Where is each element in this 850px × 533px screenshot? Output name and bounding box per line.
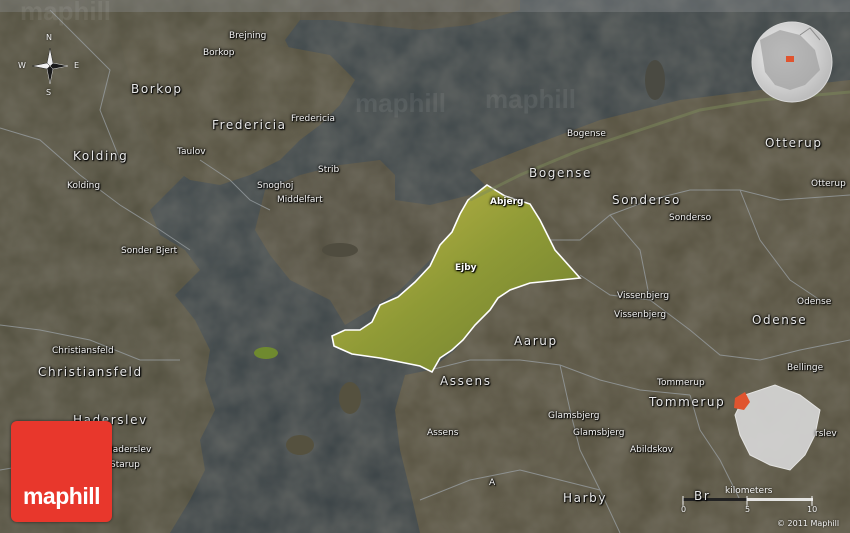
label-ejby: Ejby bbox=[455, 263, 477, 273]
label-partial-rslev: rslev bbox=[815, 429, 837, 439]
label-otterup-region: Otterup bbox=[765, 136, 823, 150]
watermark: maphill bbox=[485, 84, 577, 114]
scale-title: kilometers bbox=[725, 486, 773, 496]
label-middelfart: Middelfart bbox=[277, 195, 323, 205]
label-aarup: Aarup bbox=[514, 334, 558, 348]
compass-s: S bbox=[46, 88, 52, 97]
label-bogense-town: Bogense bbox=[567, 129, 606, 139]
label-haderslev-town: Haderslev bbox=[106, 445, 152, 455]
label-strib: Strib bbox=[318, 165, 340, 175]
watermark: maphill bbox=[355, 88, 447, 118]
globe-location-marker bbox=[786, 56, 794, 62]
label-snoghoj: Snoghoj bbox=[257, 181, 294, 191]
label-tommerup-region: Tommerup bbox=[649, 395, 726, 409]
label-vissenbjerg-2: Vissenbjerg bbox=[614, 310, 667, 320]
label-borkop-town: Borkop bbox=[203, 48, 235, 58]
label-kolding-town: Kolding bbox=[67, 181, 101, 191]
label-odense-region: Odense bbox=[752, 313, 808, 327]
label-bogense-region: Bogense bbox=[529, 166, 593, 180]
island-north-east bbox=[645, 60, 665, 100]
label-taulov: Taulov bbox=[177, 147, 206, 157]
label-kolding-region: Kolding bbox=[73, 149, 129, 163]
label-sonderso-region: Sonderso bbox=[612, 193, 681, 207]
island-mid bbox=[322, 243, 358, 257]
label-harby: Harby bbox=[563, 491, 608, 505]
label-tommerup-town: Tommerup bbox=[657, 378, 705, 388]
label-vissenbjerg-1: Vissenbjerg bbox=[617, 291, 670, 301]
scale-tick-0: 0 bbox=[681, 505, 687, 514]
globe-inset bbox=[751, 21, 833, 103]
island-south-2 bbox=[286, 435, 314, 455]
map-canvas[interactable]: maphill maphill maphill N S E W Brejning… bbox=[0, 0, 850, 533]
label-borkop-region: Borkop bbox=[131, 82, 183, 96]
scale-tick-5: 5 bbox=[745, 505, 751, 514]
label-bellinge: Bellinge bbox=[787, 363, 824, 373]
watermark: maphill bbox=[20, 0, 112, 26]
label-fredericia-town: Fredericia bbox=[291, 114, 335, 124]
label-abildskov: Abildskov bbox=[630, 445, 673, 455]
compass-e: E bbox=[74, 61, 80, 70]
label-sonder-bjert: Sonder Bjert bbox=[121, 246, 178, 256]
compass-n: N bbox=[46, 33, 52, 42]
scale-tick-10: 10 bbox=[807, 505, 818, 514]
label-glamsbjerg-1: Glamsbjerg bbox=[548, 411, 600, 421]
island-south-1 bbox=[339, 382, 361, 414]
top-strip bbox=[0, 0, 850, 12]
label-sonderso-town: Sonderso bbox=[669, 213, 712, 223]
island-green bbox=[254, 347, 278, 359]
label-glamsbjerg-2: Glamsbjerg bbox=[573, 428, 625, 438]
copyright-notice: © 2011 Maphill bbox=[777, 519, 840, 528]
label-christiansfeld-region: Christiansfeld bbox=[38, 365, 143, 379]
label-a: A bbox=[489, 478, 496, 488]
logo-text: maphill bbox=[22, 483, 101, 509]
label-abjerg: Abjerg bbox=[490, 197, 524, 207]
label-assens-town: Assens bbox=[427, 428, 459, 438]
label-starup: Starup bbox=[110, 460, 140, 470]
compass-w: W bbox=[18, 61, 26, 70]
label-christiansfeld-town: Christiansfeld bbox=[52, 346, 114, 356]
label-assens-region: Assens bbox=[440, 374, 492, 388]
label-brejning: Brejning bbox=[229, 31, 267, 41]
label-odense-town: Odense bbox=[797, 297, 832, 307]
label-otterup-town: Otterup bbox=[811, 179, 846, 189]
label-fredericia-region: Fredericia bbox=[212, 118, 287, 132]
maphill-logo[interactable]: maphill bbox=[11, 421, 112, 522]
